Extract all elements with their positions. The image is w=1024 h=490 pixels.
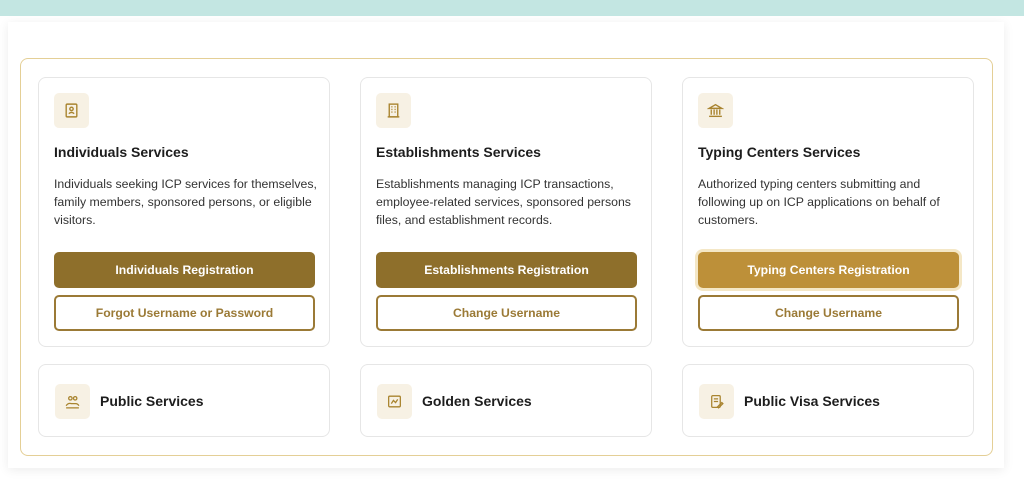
card-description: Authorized typing centers submitting and… — [698, 177, 940, 227]
card-description: Establishments managing ICP transactions… — [376, 177, 631, 227]
public-visa-services-card[interactable]: Public Visa Services — [682, 364, 974, 437]
change-username-button[interactable]: Change Username — [698, 295, 959, 331]
change-username-button[interactable]: Change Username — [376, 295, 637, 331]
public-services-card[interactable]: Public Services — [38, 364, 330, 437]
establishments-services-card: Establishments Services Establishments m… — [360, 77, 652, 347]
forgot-username-password-button[interactable]: Forgot Username or Password — [54, 295, 315, 331]
card-title: Golden Services — [422, 393, 532, 409]
card-title: Typing Centers Services — [698, 144, 861, 160]
individuals-registration-button[interactable]: Individuals Registration — [54, 252, 315, 288]
typing-centers-services-card: Typing Centers Services Authorized typin… — [682, 77, 974, 347]
visa-document-icon — [699, 384, 734, 419]
establishments-registration-button[interactable]: Establishments Registration — [376, 252, 637, 288]
card-title: Establishments Services — [376, 144, 541, 160]
card-description: Individuals seeking ICP services for the… — [54, 177, 317, 227]
id-card-icon — [54, 93, 89, 128]
card-title: Public Visa Services — [744, 393, 880, 409]
people-hand-icon — [55, 384, 90, 419]
bank-icon — [698, 93, 733, 128]
golden-services-card[interactable]: Golden Services — [360, 364, 652, 437]
card-title: Public Services — [100, 393, 204, 409]
building-icon — [376, 93, 411, 128]
individuals-services-card: Individuals Services Individuals seeking… — [38, 77, 330, 347]
typing-centers-registration-button[interactable]: Typing Centers Registration — [698, 252, 959, 288]
card-title: Individuals Services — [54, 144, 189, 160]
golden-card-icon — [377, 384, 412, 419]
top-band — [0, 0, 1024, 16]
